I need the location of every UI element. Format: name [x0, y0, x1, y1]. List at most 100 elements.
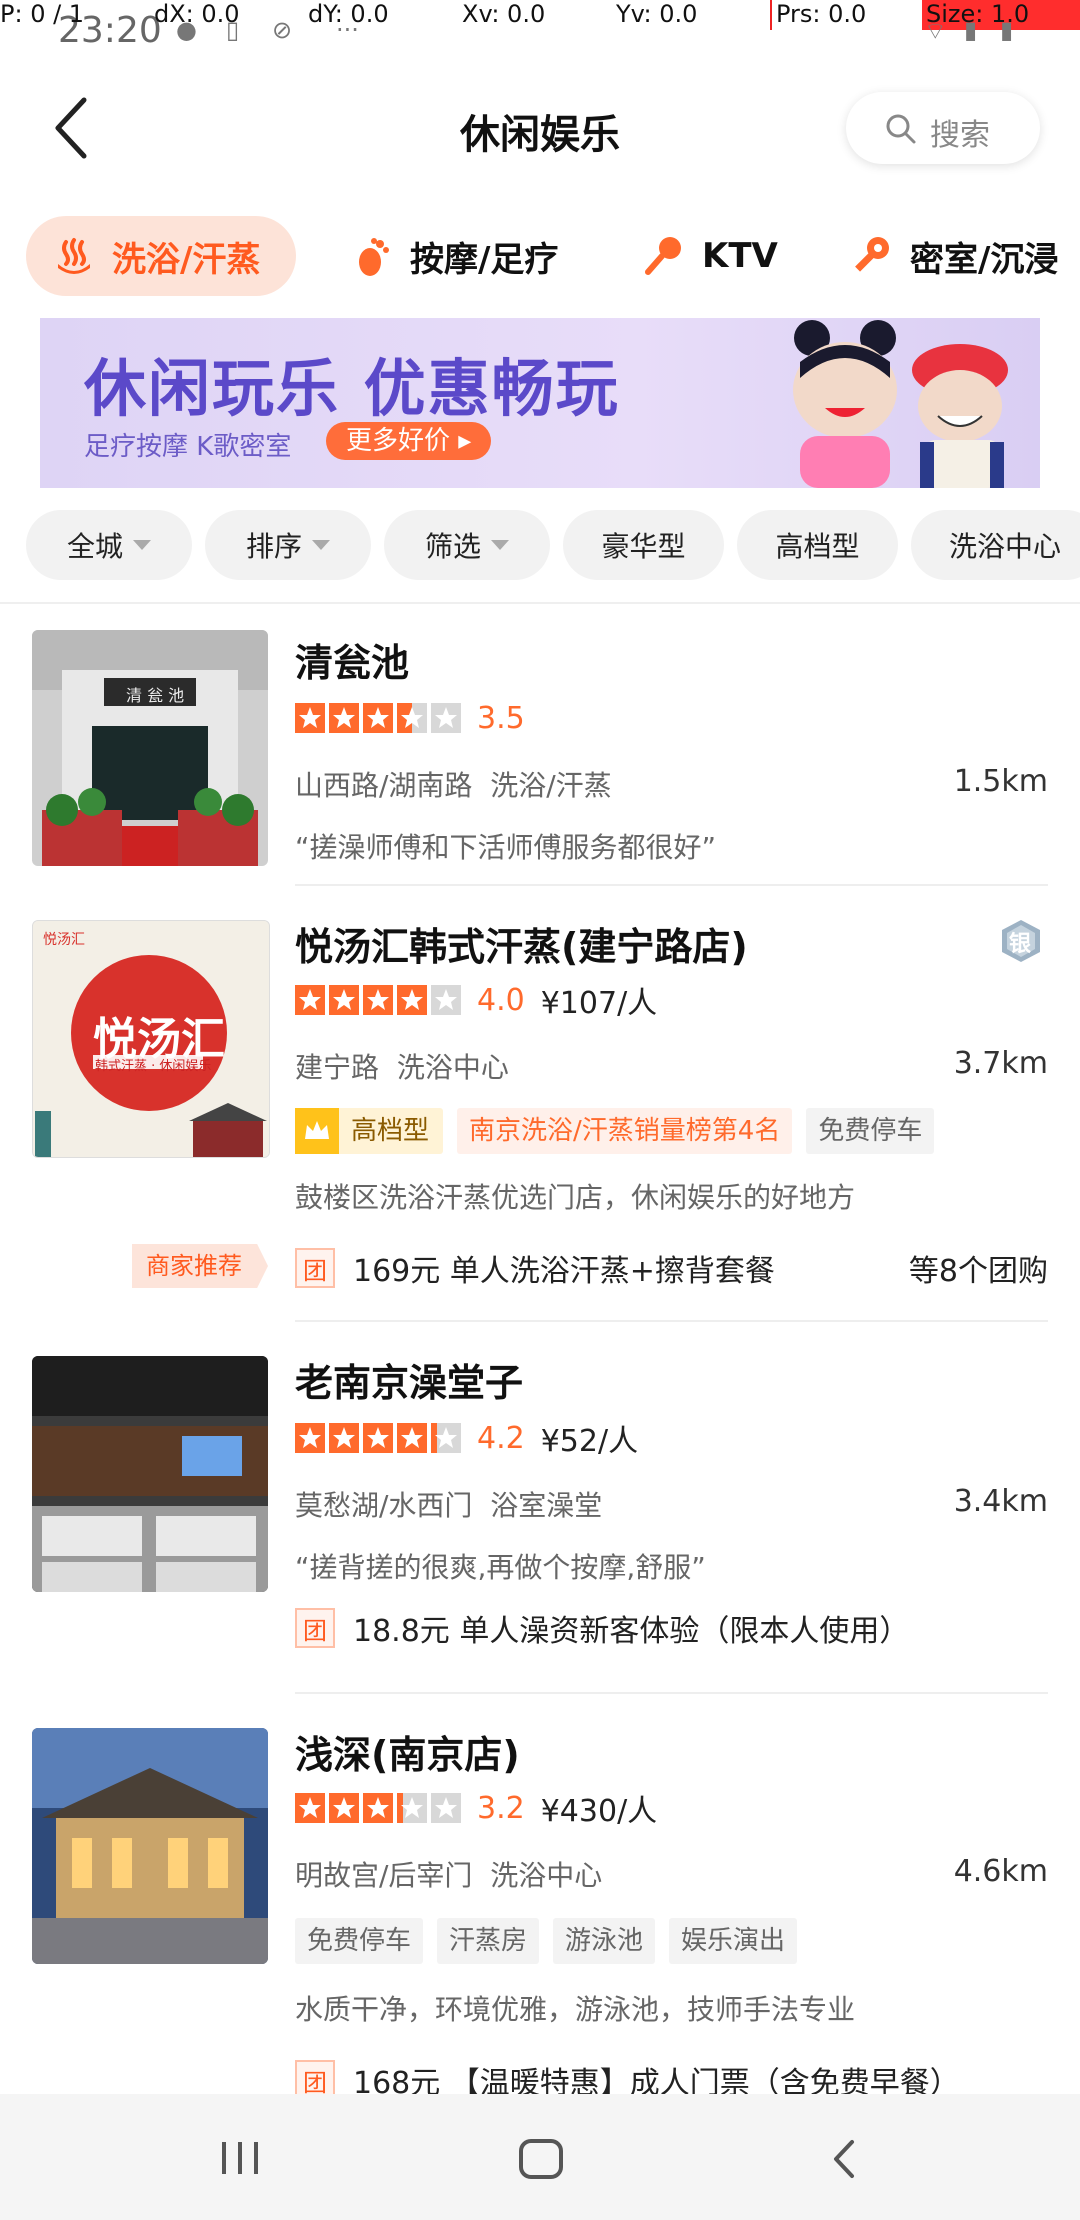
- shop-location: 莫愁湖/水西门 浴室澡堂: [295, 1484, 602, 1524]
- group-deal[interactable]: 团 169元 单人洗浴汗蒸+擦背套餐 等8个团购: [295, 1246, 1048, 1290]
- star-icon: [397, 1423, 427, 1453]
- filter-screen[interactable]: 筛选: [384, 510, 550, 580]
- promo-banner[interactable]: 休闲玩乐 优惠畅玩 足疗按摩 K歌密室 更多好价 ▸: [40, 318, 1040, 488]
- chip-label: 排序: [245, 530, 302, 563]
- star-icon: [431, 985, 461, 1015]
- block-icon: ⊘: [272, 16, 293, 44]
- rating-score: 3.2: [477, 1790, 525, 1826]
- filter-bar: 全城 排序 筛选 豪华型 高档型 洗浴中心: [0, 510, 1080, 584]
- star-icon: [295, 1423, 325, 1453]
- shop-description: 鼓楼区洗浴汗蒸优选门店，休闲娱乐的好地方: [295, 1181, 856, 1214]
- feature-tag: 汗蒸房: [437, 1918, 540, 1964]
- tab-bath-sauna[interactable]: 洗浴/汗蒸: [26, 216, 297, 296]
- shop-distance: 3.4km: [953, 1484, 1048, 1519]
- banner-more-button[interactable]: 更多好价 ▸: [326, 422, 492, 460]
- shop-name: 老南京澡堂子: [295, 1361, 524, 1405]
- tab-ktv[interactable]: KTV: [642, 216, 778, 296]
- star-icon: [431, 1793, 461, 1823]
- filter-luxury[interactable]: 豪华型: [563, 510, 724, 580]
- tab-label: KTV: [702, 236, 778, 276]
- tab-label: 密室/沉浸: [910, 239, 1059, 280]
- shop-distance: 4.6km: [953, 1854, 1048, 1889]
- more-deals-link[interactable]: 等8个团购: [909, 1246, 1048, 1290]
- star-icon: [363, 1793, 393, 1823]
- listing-card[interactable]: 清 瓮 池 清瓮池 3.5 山西路/湖南路 洗浴/汗蒸 1.5km “搓澡师傅和…: [0, 620, 1080, 888]
- shop-thumbnail: [32, 1728, 268, 1964]
- chip-label: 豪华型: [601, 530, 686, 563]
- rating-score: 4.2: [477, 1420, 525, 1456]
- group-buy-icon: 团: [295, 1608, 335, 1648]
- feature-tag: 娱乐演出: [669, 1918, 798, 1964]
- star-icon: [363, 1423, 393, 1453]
- star-icon: [329, 985, 359, 1015]
- listing-card[interactable]: 老南京澡堂子 4.2 ¥52/人 莫愁湖/水西门 浴室澡堂 3.4km “搓背搓…: [0, 1336, 1080, 1696]
- filter-sort[interactable]: 排序: [205, 510, 371, 580]
- rating-stars: 4.2 ¥52/人: [295, 1420, 638, 1459]
- debug-pointer: P: 0 / 1: [0, 0, 85, 28]
- shop-thumbnail: 悦汤汇 悦汤汇 韩式汗蒸 · 休闲娱乐: [32, 920, 270, 1158]
- rating-stars: 3.5: [295, 701, 525, 736]
- group-deal[interactable]: 团 18.8元 单人澡资新客体验（限本人使用）: [295, 1606, 1048, 1650]
- status-bar: 23:20 ● ▯ ⊘ ··· P: 0 / 1 dX: 0.0 dY: 0.0…: [0, 0, 1080, 51]
- parking-tag: 免费停车: [806, 1108, 935, 1154]
- tag-row: 高档型 南京洗浴/汗蒸销量榜第4名 免费停车: [295, 1108, 948, 1154]
- silver-badge-label: 银: [1009, 932, 1032, 957]
- search-button[interactable]: 搜索: [846, 92, 1040, 164]
- debug-dx: dX: 0.0: [154, 0, 240, 28]
- microphone-icon: [645, 237, 681, 275]
- star-icon: [329, 1423, 359, 1453]
- shop-thumbnail: 清 瓮 池: [32, 630, 268, 866]
- rank-tag[interactable]: 南京洗浴/汗蒸销量榜第4名: [457, 1108, 793, 1154]
- battery-icon: ▮: [1000, 16, 1014, 44]
- debug-divider: [770, 0, 772, 30]
- footprint-icon: [359, 238, 389, 276]
- filter-bath-center[interactable]: 洗浴中心: [911, 510, 1080, 580]
- feature-tag: 免费停车: [295, 1918, 424, 1964]
- shop-description: 水质干净，环境优雅，游泳池，技师手法专业: [295, 1993, 856, 2026]
- silver-badge: 银: [998, 918, 1044, 964]
- shop-distance: 3.7km: [953, 1046, 1048, 1081]
- wifi-icon: ⌔: [924, 17, 947, 45]
- debug-yv: Yv: 0.0: [616, 0, 698, 28]
- back-icon[interactable]: [826, 2138, 862, 2180]
- dropdown-arrow-icon: [312, 540, 330, 550]
- chip-label: 全城: [66, 530, 123, 563]
- shop-area: 山西路/湖南路: [295, 769, 473, 802]
- listing-card[interactable]: 悦汤汇 悦汤汇 韩式汗蒸 · 休闲娱乐 悦汤汇韩式汗蒸(建宁路店) 银 4.0 …: [0, 900, 1080, 1324]
- divider: [295, 1320, 1048, 1322]
- avg-price: ¥430/人: [540, 1794, 658, 1829]
- shop-area: 明故宫/后宰门: [295, 1859, 473, 1892]
- review-quote: “搓背搓的很爽,再做个按摩,舒服”: [295, 1551, 706, 1584]
- group-buy-icon: 团: [295, 1248, 335, 1288]
- shop-name: 清瓮池: [295, 641, 410, 685]
- shop-name: 悦汤汇韩式汗蒸(建宁路店): [295, 925, 748, 969]
- debug-dy: dY: 0.0: [308, 0, 389, 28]
- shop-location: 明故宫/后宰门 洗浴中心: [295, 1854, 602, 1894]
- chip-label: 筛选: [424, 530, 481, 563]
- filter-high-end[interactable]: 高档型: [737, 510, 898, 580]
- feature-tag: 游泳池: [553, 1918, 656, 1964]
- tab-escape-room[interactable]: 密室/沉浸: [850, 216, 1058, 296]
- category-tabs: 洗浴/汗蒸 按摩/足疗 KTV 密室/沉浸: [0, 216, 1080, 300]
- group-deal[interactable]: 团 168元 【温暖特惠】成人门票（含免费早餐）: [295, 2058, 1048, 2094]
- tab-label: 洗浴/汗蒸: [112, 239, 261, 280]
- search-label: 搜索: [930, 118, 990, 153]
- banner-headline: 休闲玩乐 优惠畅玩: [84, 352, 620, 425]
- listing-card[interactable]: 浅深(南京店) 3.2 ¥430/人 明故宫/后宰门 洗浴中心 4.6km 免费…: [0, 1708, 1080, 2094]
- tag-row: 免费停车 汗蒸房 游泳池 娱乐演出: [295, 1918, 811, 1964]
- merchant-recommend-badge: 商家推荐: [132, 1244, 268, 1288]
- tab-massage-foot[interactable]: 按摩/足疗: [350, 216, 558, 296]
- recent-apps-icon[interactable]: [218, 2138, 262, 2178]
- home-icon[interactable]: [518, 2138, 564, 2180]
- shop-distance: 1.5km: [953, 764, 1048, 799]
- group-buy-icon: 团: [295, 2060, 335, 2094]
- shop-location: 建宁路 洗浴中心: [295, 1046, 509, 1086]
- divider: [295, 884, 1048, 886]
- deal-text: 169元 单人洗浴汗蒸+擦背套餐: [353, 1254, 775, 1289]
- shop-category: 洗浴中心: [396, 1051, 509, 1084]
- rating-stars: 3.2 ¥430/人: [295, 1790, 657, 1829]
- dropdown-arrow-icon: [491, 540, 509, 550]
- star-icon: [431, 1423, 461, 1453]
- filter-city[interactable]: 全城: [26, 510, 192, 580]
- star-icon: [295, 703, 325, 733]
